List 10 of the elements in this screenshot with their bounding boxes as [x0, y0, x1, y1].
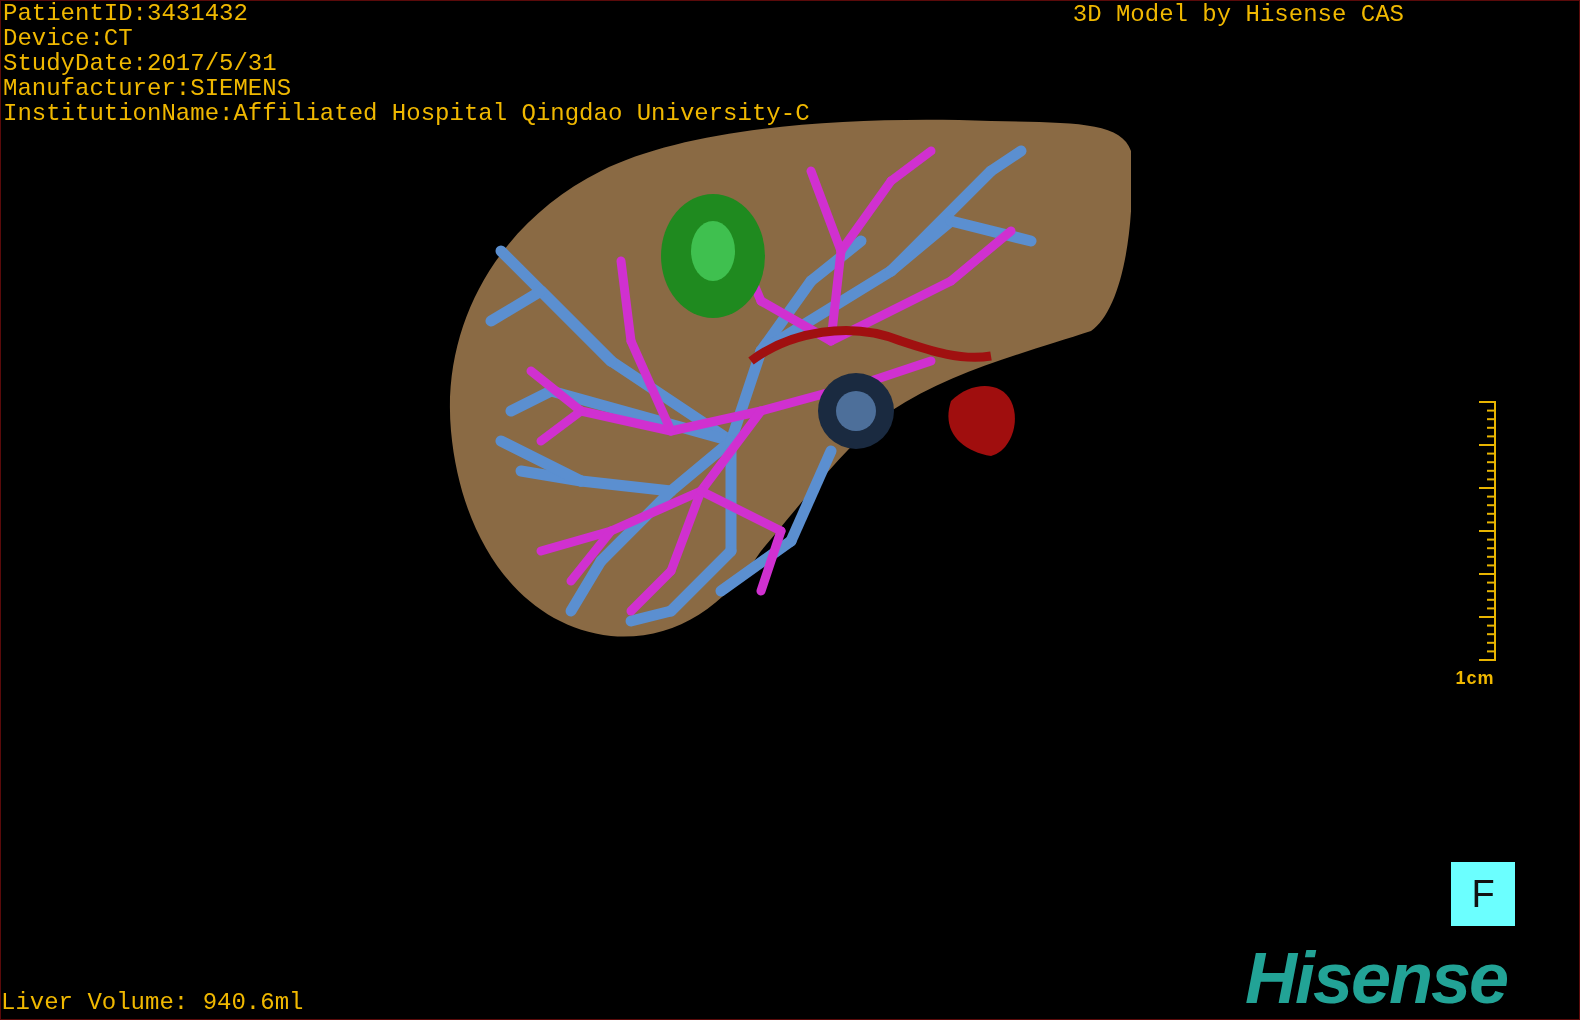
- patient-info-line: Manufacturer:SIEMENS: [3, 76, 293, 101]
- patient-info-line: InstitutionName:Affiliated Hospital Qingdao University-C: [3, 101, 810, 126]
- model-title: 3D Model by Hisense CAS: [1072, 2, 1404, 30]
- scale-label: 1cm: [1455, 668, 1495, 689]
- patient-info-line: PatientID:3431432: [3, 1, 249, 26]
- brand-logo: Hisense: [1245, 937, 1508, 1019]
- patient-info-line: Device:CT: [3, 26, 134, 51]
- orientation-marker: F: [1451, 862, 1515, 926]
- patient-info-line: StudyDate:2017/5/31: [3, 51, 278, 76]
- liver-volume-text: Liver Volume: 940.6ml: [1, 990, 304, 1015]
